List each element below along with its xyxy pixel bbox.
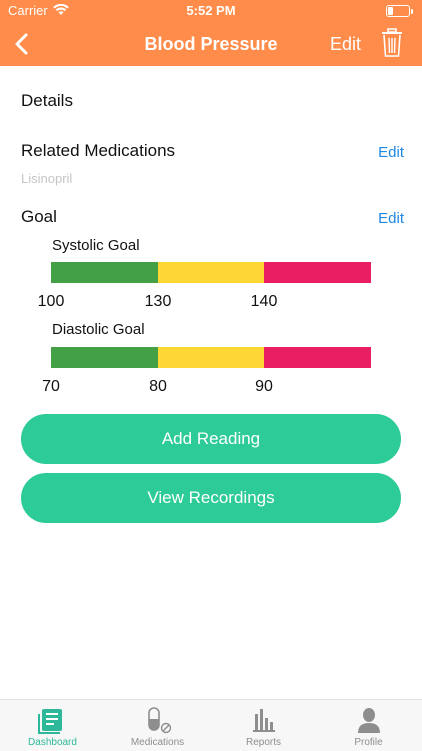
tab-reports[interactable]: Reports <box>211 700 316 751</box>
goal-heading: Goal <box>21 207 57 226</box>
tab-dashboard-label: Dashboard <box>28 737 77 748</box>
add-reading-button[interactable]: Add Reading <box>21 414 401 464</box>
reports-icon <box>252 709 275 732</box>
status-bar: Carrier 5:52 PM <box>0 0 422 22</box>
systolic-red-segment <box>264 262 371 283</box>
tab-profile[interactable]: Profile <box>316 700 421 751</box>
profile-icon <box>357 708 380 733</box>
systolic-yellow-segment <box>158 262 264 283</box>
tab-dashboard[interactable]: Dashboard <box>0 700 105 751</box>
systolic-tick-140: 140 <box>250 293 278 310</box>
nav-edit-button[interactable]: Edit <box>330 34 361 55</box>
tab-medications-label: Medications <box>130 737 185 748</box>
battery-icon <box>386 5 413 17</box>
systolic-green-segment <box>51 262 158 283</box>
diastolic-red-segment <box>264 347 371 368</box>
systolic-goal-bar <box>51 262 371 283</box>
diastolic-green-segment <box>51 347 158 368</box>
tab-reports-label: Reports <box>245 737 281 748</box>
diastolic-goal-label: Diastolic Goal <box>52 321 145 338</box>
diastolic-tick-90: 90 <box>255 378 273 395</box>
tab-profile-label: Profile <box>354 737 383 748</box>
medications-icon <box>147 707 171 734</box>
diastolic-goal-bar <box>51 347 371 368</box>
medication-name: Lisinopril <box>21 171 73 186</box>
tab-medications[interactable]: Medications <box>105 700 210 751</box>
header: Carrier 5:52 PM Blood Pressure Edit <box>0 0 422 66</box>
tab-bar: Dashboard Medications Reports Profile <box>0 699 422 751</box>
systolic-tick-100: 100 <box>37 293 65 310</box>
diastolic-tick-80: 80 <box>149 378 167 395</box>
details-heading: Details <box>21 91 73 110</box>
systolic-goal-label: Systolic Goal <box>52 237 140 254</box>
edit-medications-link[interactable]: Edit <box>378 144 404 161</box>
systolic-tick-130: 130 <box>144 293 172 310</box>
view-recordings-button[interactable]: View Recordings <box>21 473 401 523</box>
related-medications-heading: Related Medications <box>21 141 176 160</box>
dashboard-icon <box>37 709 62 734</box>
diastolic-tick-70: 70 <box>42 378 60 395</box>
status-time: 5:52 PM <box>186 3 236 18</box>
edit-goal-link[interactable]: Edit <box>378 210 404 227</box>
diastolic-yellow-segment <box>158 347 264 368</box>
nav-bar: Blood Pressure Edit <box>0 22 422 66</box>
trash-icon[interactable] <box>380 28 404 58</box>
